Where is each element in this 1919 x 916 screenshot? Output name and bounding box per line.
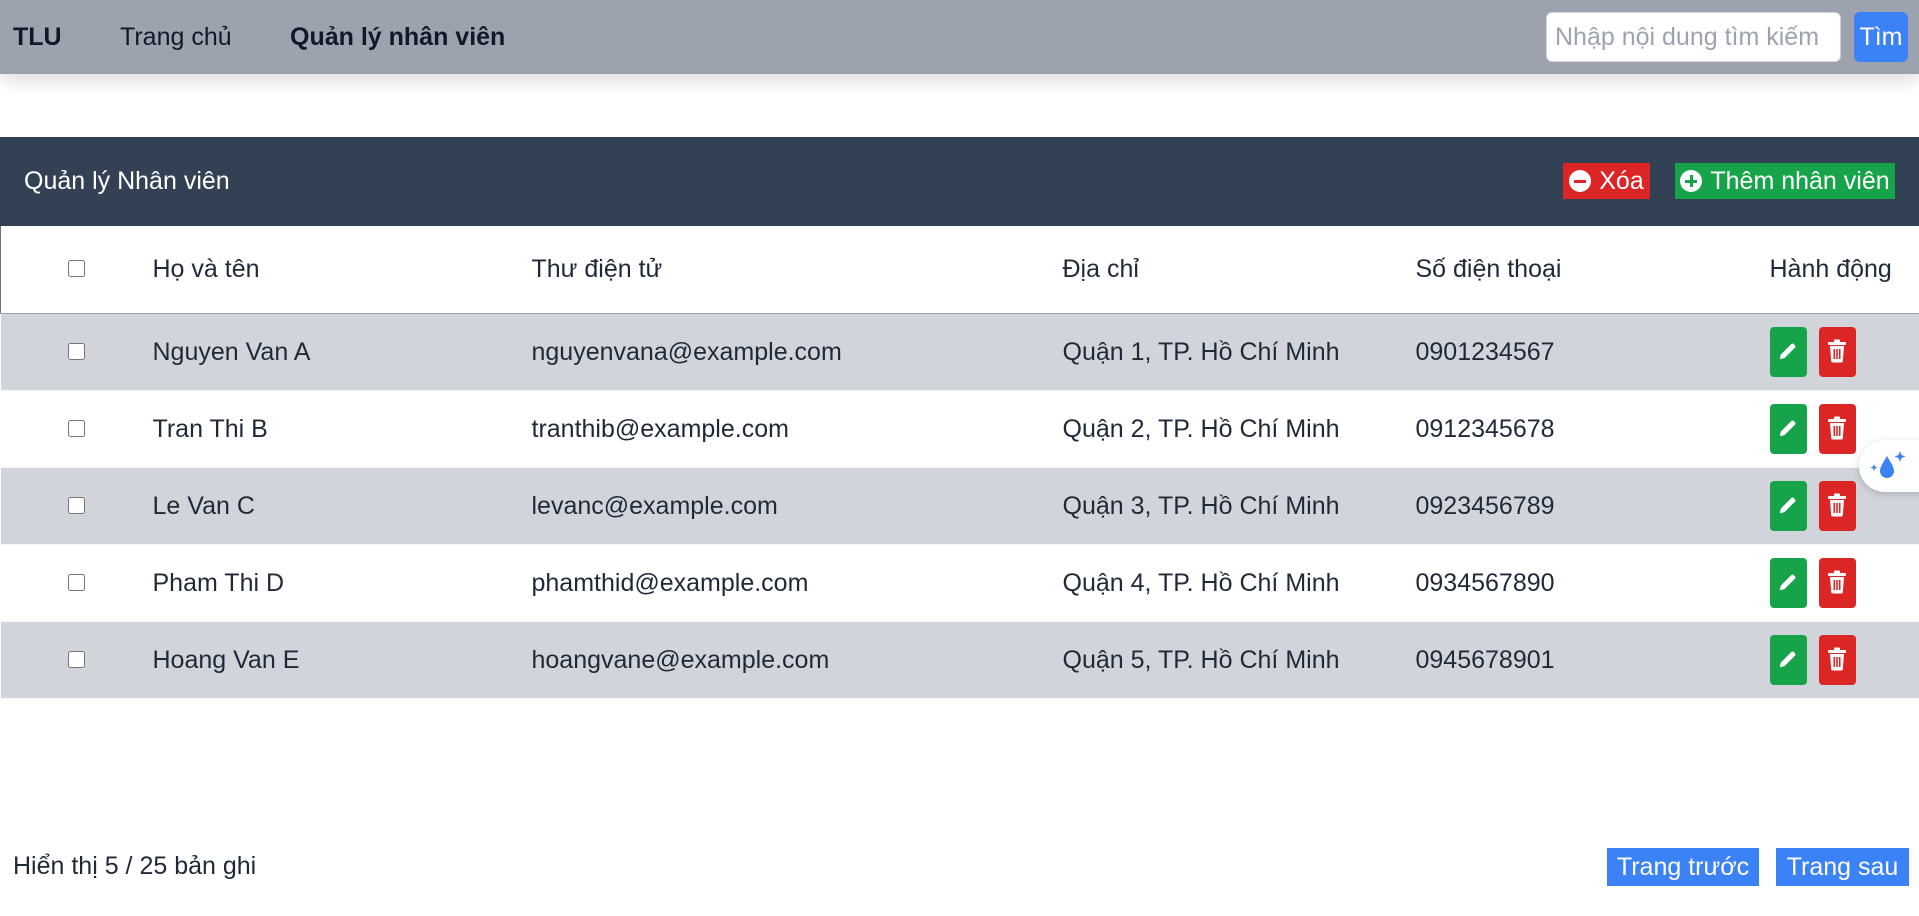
- cell-name: Hoang Van E: [152, 621, 532, 699]
- edit-button[interactable]: [1769, 327, 1807, 377]
- cell-phone: 0945678901: [1415, 621, 1770, 699]
- cell-email: tranthib@example.com: [531, 390, 1063, 468]
- row-checkbox[interactable]: [68, 573, 85, 591]
- pencil-icon: [1777, 571, 1799, 596]
- record-count-info: Hiển thị 5 / 25 bản ghi: [13, 852, 257, 880]
- pencil-icon: [1777, 494, 1799, 519]
- cell-phone: 0934567890: [1415, 544, 1770, 622]
- cell-address: Quận 2, TP. Hồ Chí Minh: [1062, 390, 1416, 468]
- top-navbar: TLU Trang chủ Quản lý nhân viên Tìm: [0, 0, 1919, 74]
- cell-actions: [1769, 621, 1919, 699]
- water-drop-sparkle-icon: [1870, 451, 1906, 478]
- delete-button[interactable]: [1818, 327, 1856, 377]
- trash-icon: [1827, 339, 1847, 366]
- table-row: Tran Thi Btranthib@example.com Quận 2, TP…: [0, 390, 1919, 468]
- add-employee-button[interactable]: Thêm nhân viên: [1675, 163, 1895, 199]
- table-row: Le Van Clevanc@example.com Quận 3, TP. Hồ…: [0, 467, 1919, 545]
- header-phone: Số điện thoại: [1415, 225, 1770, 314]
- pencil-icon: [1777, 417, 1799, 442]
- header-email: Thư điện tử: [531, 225, 1063, 314]
- delete-button[interactable]: [1818, 481, 1856, 531]
- cell-email: phamthid@example.com: [531, 544, 1063, 622]
- header-checkbox-cell: [0, 225, 153, 314]
- row-checkbox-cell: [0, 313, 153, 391]
- select-all-checkbox[interactable]: [68, 260, 86, 277]
- edit-button[interactable]: [1769, 404, 1807, 454]
- pencil-icon: [1777, 340, 1799, 365]
- edit-button[interactable]: [1769, 635, 1807, 685]
- cell-actions: [1769, 544, 1919, 622]
- row-checkbox[interactable]: [68, 496, 85, 514]
- add-employee-label: Thêm nhân viên: [1710, 166, 1890, 195]
- row-checkbox[interactable]: [68, 419, 85, 437]
- brand-logo[interactable]: TLU: [13, 0, 62, 74]
- trash-icon: [1827, 570, 1847, 597]
- edit-button[interactable]: [1769, 481, 1807, 531]
- row-checkbox-cell: [0, 544, 153, 622]
- header-address: Địa chỉ: [1062, 225, 1416, 314]
- cell-phone: 0901234567: [1415, 313, 1770, 391]
- employee-table-container: Họ và tên Thư điện tử Địa chỉ Số điện th…: [0, 225, 1919, 699]
- trash-icon: [1827, 647, 1847, 674]
- delete-button[interactable]: [1818, 404, 1856, 454]
- cell-name: Pham Thi D: [152, 544, 532, 622]
- search-button[interactable]: Tìm: [1854, 12, 1908, 62]
- row-checkbox-cell: [0, 621, 153, 699]
- employee-table: Họ và tên Thư điện tử Địa chỉ Số điện th…: [0, 225, 1919, 699]
- cell-name: Le Van C: [152, 467, 532, 545]
- table-row: Pham Thi Dphamthid@example.com Quận 4, TP…: [0, 544, 1919, 622]
- cell-address: Quận 1, TP. Hồ Chí Minh: [1062, 313, 1416, 391]
- bulk-delete-button[interactable]: Xóa: [1563, 163, 1650, 199]
- cell-email: nguyenvana@example.com: [531, 313, 1063, 391]
- row-checkbox[interactable]: [68, 342, 85, 360]
- next-page-button[interactable]: Trang sau: [1776, 848, 1909, 886]
- trash-icon: [1827, 416, 1847, 443]
- row-checkbox[interactable]: [68, 650, 85, 668]
- previous-page-button[interactable]: Trang trước: [1607, 848, 1759, 886]
- panel-title: Quản lý Nhân viên: [24, 167, 230, 195]
- delete-button[interactable]: [1818, 558, 1856, 608]
- cell-actions: [1769, 313, 1919, 391]
- header-actions: Hành động: [1769, 225, 1919, 314]
- minus-circle-icon: [1569, 170, 1592, 192]
- pencil-icon: [1777, 648, 1799, 673]
- search-input[interactable]: [1546, 12, 1841, 62]
- trash-icon: [1827, 493, 1847, 520]
- bulk-delete-label: Xóa: [1599, 166, 1644, 195]
- edit-button[interactable]: [1769, 558, 1807, 608]
- cell-address: Quận 4, TP. Hồ Chí Minh: [1062, 544, 1416, 622]
- cell-email: levanc@example.com: [531, 467, 1063, 545]
- cell-name: Tran Thi B: [152, 390, 532, 468]
- header-name: Họ và tên: [152, 225, 532, 314]
- cell-phone: 0923456789: [1415, 467, 1770, 545]
- nav-link-home[interactable]: Trang chủ: [120, 0, 232, 74]
- row-checkbox-cell: [0, 467, 153, 545]
- row-checkbox-cell: [0, 390, 153, 468]
- table-row: Hoang Van Ehoangvane@example.com Quận 5, …: [0, 621, 1919, 699]
- cell-email: hoangvane@example.com: [531, 621, 1063, 699]
- delete-button[interactable]: [1818, 635, 1856, 685]
- cell-name: Nguyen Van A: [152, 313, 532, 391]
- panel-header: Quản lý Nhân viên Xóa Thêm nhân viên: [0, 137, 1919, 225]
- cell-phone: 0912345678: [1415, 390, 1770, 468]
- nav-link-employee-management[interactable]: Quản lý nhân viên: [290, 0, 505, 74]
- floating-assistant-widget[interactable]: [1859, 440, 1919, 492]
- cell-address: Quận 5, TP. Hồ Chí Minh: [1062, 621, 1416, 699]
- cell-address: Quận 3, TP. Hồ Chí Minh: [1062, 467, 1416, 545]
- table-row: Nguyen Van Anguyenvana@example.com Quận 1…: [0, 313, 1919, 391]
- table-header-row: Họ và tên Thư điện tử Địa chỉ Số điện th…: [0, 225, 1919, 314]
- plus-circle-icon: [1680, 170, 1703, 192]
